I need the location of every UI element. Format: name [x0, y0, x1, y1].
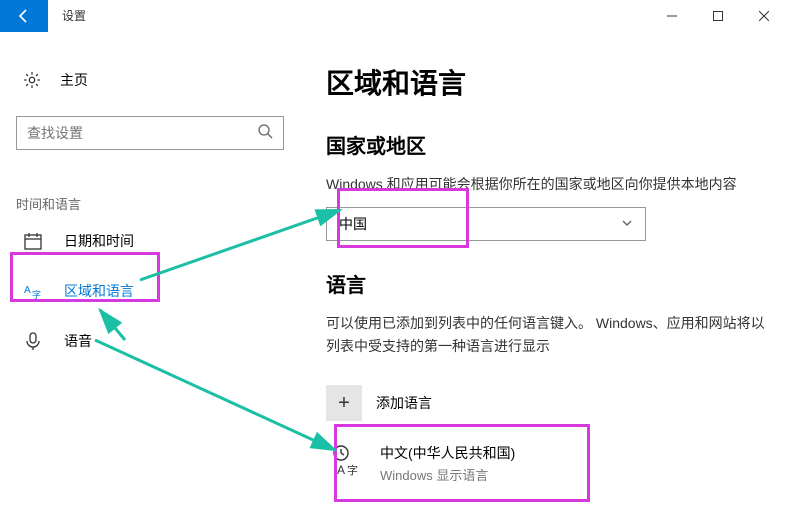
add-language-button[interactable]: + 添加语言 [326, 385, 771, 421]
language-section-title: 语言 [326, 269, 771, 298]
nav-item-datetime[interactable]: 日期和时间 [16, 219, 284, 263]
country-helper-text: Windows 和应用可能会根据你所在的国家或地区向你提供本地内容 [326, 173, 771, 195]
svg-text:A: A [24, 285, 31, 296]
microphone-icon [24, 332, 42, 350]
nav-item-label: 语音 [64, 331, 92, 351]
maximize-icon [713, 11, 723, 21]
language-helper-text: 可以使用已添加到列表中的任何语言键入。 Windows、应用和网站将以列表中受支… [326, 312, 771, 357]
titlebar: 设置 [0, 0, 787, 32]
add-language-label: 添加语言 [376, 393, 432, 413]
nav-item-speech[interactable]: 语音 [16, 319, 284, 363]
main-content: 区域和语言 国家或地区 Windows 和应用可能会根据你所在的国家或地区向你提… [300, 32, 787, 520]
plus-icon: + [326, 385, 362, 421]
country-section-title: 国家或地区 [326, 130, 771, 159]
country-selected-value: 中国 [339, 214, 367, 234]
window-title: 设置 [62, 7, 86, 24]
maximize-button[interactable] [695, 0, 741, 32]
page-title: 区域和语言 [326, 62, 771, 102]
language-subtitle: Windows 显示语言 [380, 465, 515, 484]
close-icon [759, 11, 769, 21]
search-icon [257, 123, 273, 144]
language-list-item[interactable]: A 字 中文(中华人民共和国) Windows 显示语言 [326, 437, 771, 490]
minimize-icon [667, 11, 677, 21]
language-name: 中文(中华人民共和国) [380, 443, 515, 463]
search-input[interactable] [27, 125, 257, 141]
gear-icon [22, 70, 42, 90]
language-icon: A字 [24, 282, 42, 300]
caption-buttons [649, 0, 787, 32]
minimize-button[interactable] [649, 0, 695, 32]
nav-group-header: 时间和语言 [16, 194, 284, 213]
svg-text:字: 字 [32, 289, 41, 300]
nav-item-label: 日期和时间 [64, 231, 134, 251]
calendar-icon [24, 232, 42, 250]
home-label: 主页 [60, 70, 88, 90]
search-box[interactable] [16, 116, 284, 150]
arrow-left-icon [16, 8, 32, 24]
svg-text:A: A [337, 463, 345, 476]
chevron-down-icon [621, 216, 633, 232]
sidebar: 主页 时间和语言 日期和时间 A字 区域和语言 语音 [0, 32, 300, 520]
close-button[interactable] [741, 0, 787, 32]
home-button[interactable]: 主页 [16, 64, 284, 96]
display-language-icon: A 字 [330, 443, 364, 477]
nav-item-label: 区域和语言 [64, 281, 134, 301]
nav-item-region-language[interactable]: A字 区域和语言 [16, 269, 284, 313]
svg-text:字: 字 [347, 463, 358, 476]
country-dropdown[interactable]: 中国 [326, 207, 646, 241]
back-button[interactable] [0, 0, 48, 32]
